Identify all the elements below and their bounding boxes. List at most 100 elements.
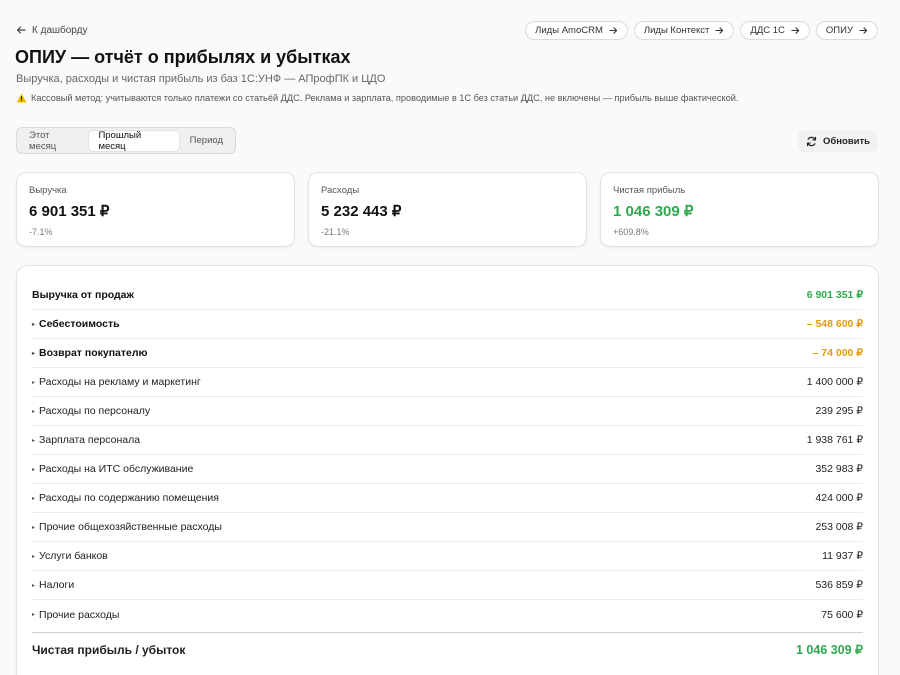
expand-triangle-icon: ▸ [32, 524, 36, 531]
row-name: ▸ Расходы по содержанию помещения [32, 492, 219, 504]
row-label: Себестоимость [39, 318, 120, 330]
expand-triangle-icon: ▸ [32, 321, 36, 328]
row-name: ▸ Расходы на рекламу и маркетинг [32, 376, 201, 388]
row-amount: 253 008 ₽ [815, 521, 863, 533]
tab-last-month[interactable]: Прошлый месяц [89, 130, 179, 152]
row-name: ▸ Расходы на ИТС обслуживание [32, 463, 193, 475]
row-name: ▸ Услуги банков [32, 550, 108, 562]
row-label: Налоги [39, 579, 75, 591]
total-label: Чистая прибыль / убыток [32, 642, 186, 657]
row-label: Выручка от продаж [32, 289, 134, 301]
tab-period[interactable]: Период [181, 131, 232, 151]
nav-link-label: ОПИУ [825, 24, 853, 36]
row-label: Прочие расходы [39, 608, 120, 621]
refresh-button[interactable]: Обновить [798, 130, 878, 152]
nav-link-dds-1c[interactable]: ДДС 1С [740, 20, 810, 40]
row-amount: 11 937 ₽ [822, 550, 863, 562]
row-label: Услуги банков [39, 550, 108, 562]
top-bar: К дашборду Лиды AmoCRM Лиды Контекст ДДС… [16, 19, 878, 41]
row-amount: – 74 000 ₽ [812, 347, 863, 359]
row-name: ▸ Прочие общехозяйственные расходы [32, 521, 222, 533]
tab-this-month[interactable]: Этот месяц [20, 130, 87, 152]
expand-triangle-icon: ▸ [32, 466, 36, 473]
row-amount: 6 901 351 ₽ [806, 289, 863, 301]
row-amount: 75 600 ₽ [821, 608, 863, 621]
table-row-salaries[interactable]: ▸ Зарплата персонала 1 938 761 ₽ [32, 426, 863, 455]
row-label: Прочие общехозяйственные расходы [39, 521, 222, 533]
row-name: ▸ Расходы по персоналу [32, 405, 150, 417]
table-row-general-expenses[interactable]: ▸ Прочие общехозяйственные расходы 253 00… [32, 513, 863, 542]
net-profit-card: Чистая прибыль 1 046 309 ₽ +609.8% [600, 172, 879, 247]
table-row-staff-expenses[interactable]: ▸ Расходы по персоналу 239 295 ₽ [32, 397, 863, 426]
card-value: 5 232 443 ₽ [321, 203, 402, 220]
warning-icon [16, 93, 27, 103]
table-row-revenue: Выручка от продаж 6 901 351 ₽ [32, 281, 863, 310]
back-to-dashboard-link[interactable]: К дашборду [16, 25, 87, 36]
arrow-right-icon [715, 26, 724, 34]
table-row-customer-returns[interactable]: ▸ Возврат покупателю – 74 000 ₽ [32, 339, 863, 368]
refresh-label: Обновить [823, 135, 870, 147]
row-label: Расходы по персоналу [39, 405, 151, 417]
nav-link-amocrm-leads[interactable]: Лиды AmoCRM [525, 20, 628, 40]
arrow-right-icon [609, 26, 618, 34]
row-amount: 1 400 000 ₽ [806, 376, 863, 388]
row-amount: 352 983 ₽ [815, 463, 863, 475]
arrow-right-icon [791, 26, 800, 34]
row-label: Расходы на ИТС обслуживание [39, 463, 194, 475]
pnl-table: Выручка от продаж 6 901 351 ₽ ▸ Себестоим… [16, 265, 879, 675]
table-row-advertising[interactable]: ▸ Расходы на рекламу и маркетинг 1 400 00… [32, 368, 863, 397]
table-row-premises[interactable]: ▸ Расходы по содержанию помещения 424 000… [32, 484, 863, 513]
period-selector: Этот месяц Прошлый месяц Период [16, 127, 236, 154]
expand-triangle-icon: ▸ [32, 553, 36, 560]
nav-link-opiu[interactable]: ОПИУ [815, 20, 878, 40]
warning-text: Кассовый метод: учитываются только плате… [31, 93, 739, 103]
expand-triangle-icon: ▸ [32, 408, 36, 415]
table-row-its-service[interactable]: ▸ Расходы на ИТС обслуживание 352 983 ₽ [32, 455, 863, 484]
row-name: ▸ Налоги [32, 579, 74, 591]
row-name: ▸ Себестоимость [32, 318, 120, 330]
nav-link-label: Лиды Контекст [643, 24, 710, 36]
total-amount: 1 046 309 ₽ [795, 643, 863, 657]
card-label: Выручка [29, 185, 67, 196]
card-change: -7.1% [29, 227, 53, 237]
expand-triangle-icon: ▸ [32, 437, 36, 444]
row-amount: – 548 600 ₽ [806, 318, 863, 330]
arrow-right-icon [859, 26, 868, 34]
table-row-bank-services[interactable]: ▸ Услуги банков 11 937 ₽ [32, 542, 863, 571]
revenue-card: Выручка 6 901 351 ₽ -7.1% [16, 172, 295, 247]
table-row-taxes[interactable]: ▸ Налоги 536 859 ₽ [32, 571, 863, 600]
row-name: ▸ Возврат покупателю [32, 347, 148, 359]
row-amount: 1 938 761 ₽ [806, 434, 863, 446]
row-name: ▸ Прочие расходы [32, 609, 119, 621]
refresh-icon [806, 136, 817, 146]
nav-link-label: Лиды AmoCRM [535, 24, 603, 36]
nav-link-label: ДДС 1С [750, 24, 785, 36]
row-amount: 424 000 ₽ [815, 492, 863, 504]
report-nav: Лиды AmoCRM Лиды Контекст ДДС 1С ОПИУ [525, 20, 878, 40]
card-value: 6 901 351 ₽ [29, 203, 110, 220]
expand-triangle-icon: ▸ [32, 495, 36, 502]
card-change: -21.1% [321, 227, 350, 237]
row-label: Возврат покупателю [39, 347, 148, 359]
nav-link-context-leads[interactable]: Лиды Контекст [633, 20, 735, 40]
expenses-card: Расходы 5 232 443 ₽ -21.1% [308, 172, 587, 247]
card-label: Расходы [321, 185, 360, 196]
row-name: ▸ Зарплата персонала [32, 434, 140, 446]
row-label: Расходы на рекламу и маркетинг [39, 376, 201, 388]
table-row-net-profit-total: Чистая прибыль / убыток 1 046 309 ₽ [32, 632, 863, 666]
table-row-other-expenses[interactable]: ▸ Прочие расходы 75 600 ₽ [32, 600, 863, 629]
card-value: 1 046 309 ₽ [613, 203, 694, 220]
expand-triangle-icon: ▸ [32, 582, 36, 589]
back-label: К дашборду [32, 24, 88, 36]
row-amount: 239 295 ₽ [815, 405, 863, 417]
expand-triangle-icon: ▸ [32, 350, 36, 357]
expand-triangle-icon: ▸ [32, 379, 36, 386]
row-amount: 536 859 ₽ [815, 579, 863, 591]
page-title: ОПИУ — отчёт о прибылях и убытках [15, 47, 351, 67]
arrow-left-icon [16, 26, 26, 34]
cash-method-warning: Кассовый метод: учитываются только плате… [16, 93, 738, 103]
expand-triangle-icon: ▸ [32, 612, 36, 618]
row-label: Расходы по содержанию помещения [39, 492, 219, 504]
table-row-cogs[interactable]: ▸ Себестоимость – 548 600 ₽ [32, 310, 863, 339]
card-change: +609.8% [613, 227, 649, 237]
